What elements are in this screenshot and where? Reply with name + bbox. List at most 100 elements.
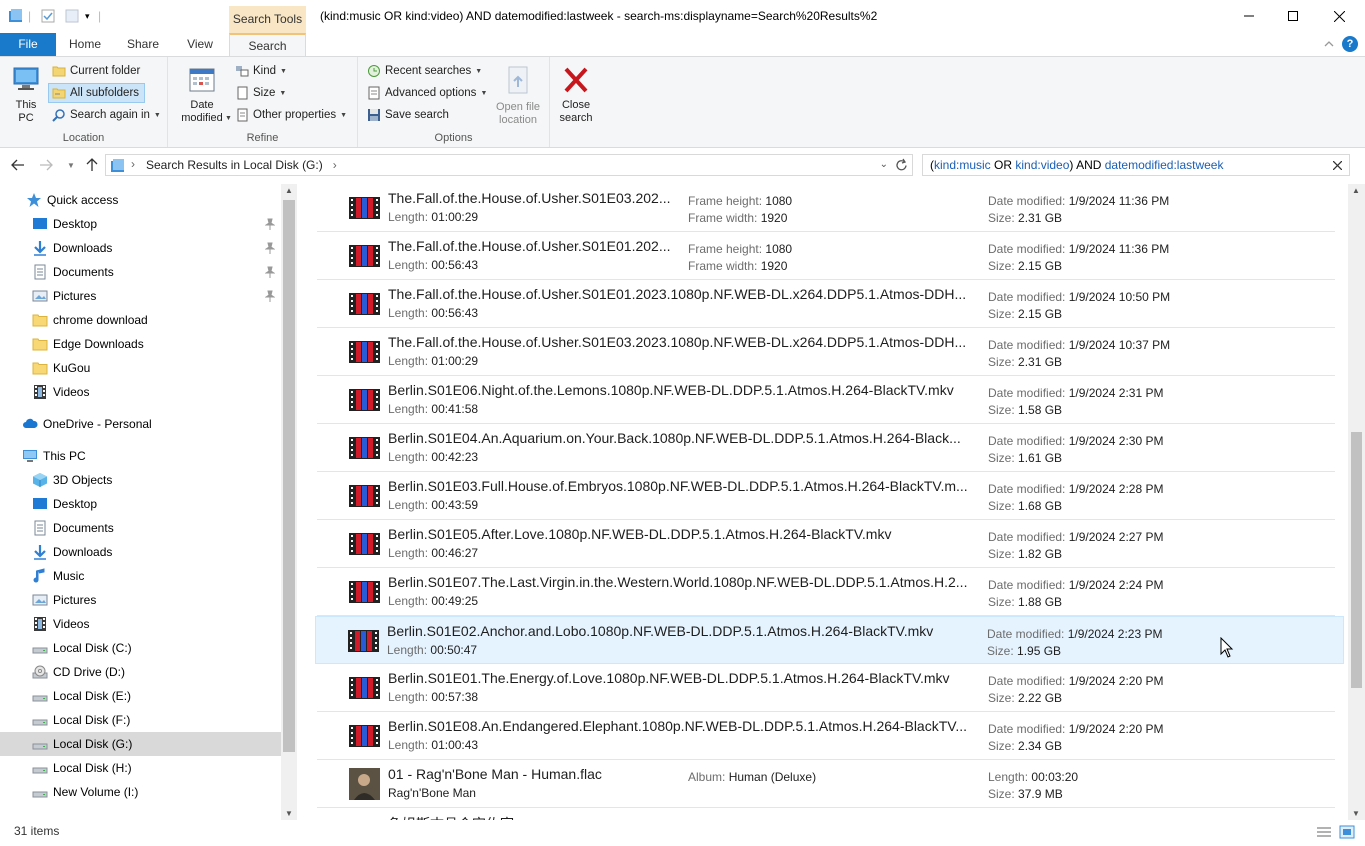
search-input[interactable]: (kind:music OR kind:video) AND datemodif… bbox=[922, 154, 1350, 176]
nav-item-local-disk-e[interactable]: Local Disk (E:) bbox=[0, 684, 281, 708]
nav-item-music[interactable]: Music bbox=[0, 564, 281, 588]
nav-item-onedrive-personal[interactable]: OneDrive - Personal bbox=[0, 412, 281, 436]
nav-item-chrome-download[interactable]: chrome download bbox=[0, 308, 281, 332]
scroll-up-icon[interactable]: ▲ bbox=[1352, 186, 1360, 195]
nav-scrollbar[interactable]: ▲ ▼ bbox=[281, 184, 297, 820]
nav-item-downloads[interactable]: Downloads bbox=[0, 540, 281, 564]
save-search-button[interactable]: Save search bbox=[367, 105, 449, 125]
close-search-button[interactable]: Close search bbox=[553, 65, 599, 125]
file-length: Length: 00:50:47 bbox=[387, 643, 478, 657]
back-button[interactable] bbox=[8, 155, 28, 175]
tab-share[interactable]: Share bbox=[118, 33, 168, 56]
help-icon[interactable]: ? bbox=[1342, 36, 1358, 52]
date-modified-button[interactable]: Date modified bbox=[172, 65, 232, 125]
nav-scroll-thumb[interactable] bbox=[283, 200, 295, 752]
folder-icon bbox=[52, 66, 66, 77]
nav-item-videos[interactable]: Videos bbox=[0, 380, 281, 404]
scroll-down-icon[interactable]: ▼ bbox=[1352, 809, 1360, 818]
customize-qat-dropdown[interactable]: ▾ bbox=[85, 7, 90, 25]
file-row[interactable]: Berlin.S01E01.The.Energy.of.Love.1080p.N… bbox=[317, 664, 1335, 712]
address-path[interactable]: Search Results in Local Disk (G:) bbox=[146, 158, 323, 172]
address-bar[interactable]: › Search Results in Local Disk (G:) › ⌄ bbox=[105, 154, 913, 176]
file-row[interactable]: 鱼姐斯古县会突佐室 bbox=[317, 808, 1335, 820]
tab-home[interactable]: Home bbox=[60, 33, 110, 56]
nav-item-pictures[interactable]: Pictures bbox=[0, 284, 281, 308]
date-modified: Date modified: 1/9/2024 2:23 PM bbox=[987, 627, 1163, 641]
tab-file[interactable]: File bbox=[0, 33, 56, 56]
recent-searches-button[interactable]: Recent searches ▼ bbox=[367, 61, 482, 81]
nav-item-cd-drive-d[interactable]: CD Drive (D:) bbox=[0, 660, 281, 684]
pin-icon[interactable] bbox=[264, 242, 276, 254]
nav-item-desktop[interactable]: Desktop bbox=[0, 212, 281, 236]
nav-item-local-disk-f[interactable]: Local Disk (F:) bbox=[0, 708, 281, 732]
forward-button[interactable] bbox=[36, 155, 56, 175]
maximize-button[interactable] bbox=[1270, 0, 1316, 32]
file-row[interactable]: The.Fall.of.the.House.of.Usher.S01E03.20… bbox=[317, 328, 1335, 376]
file-row[interactable]: Berlin.S01E05.After.Love.1080p.NF.WEB-DL… bbox=[317, 520, 1335, 568]
pin-icon[interactable] bbox=[264, 266, 276, 278]
large-icons-view-icon[interactable] bbox=[1339, 825, 1355, 839]
this-pc-button[interactable]: This PC bbox=[6, 63, 46, 125]
nav-item-documents[interactable]: Documents bbox=[0, 260, 281, 284]
up-button[interactable] bbox=[82, 155, 102, 175]
search-query-text[interactable]: (kind:music OR kind:video) AND datemodif… bbox=[930, 158, 1223, 172]
close-window-button[interactable] bbox=[1316, 0, 1362, 32]
all-subfolders-button[interactable]: All subfolders bbox=[48, 83, 145, 103]
pin-icon[interactable] bbox=[264, 218, 276, 230]
explorer-app-icon[interactable] bbox=[8, 7, 24, 25]
breadcrumb-chevron-icon[interactable]: › bbox=[333, 158, 337, 172]
address-dropdown-icon[interactable]: ⌄ bbox=[880, 159, 888, 170]
nav-item-kugou[interactable]: KuGou bbox=[0, 356, 281, 380]
file-size: Size: 1.88 GB bbox=[988, 595, 1063, 609]
file-row[interactable]: Berlin.S01E08.An.Endangered.Elephant.108… bbox=[317, 712, 1335, 760]
list-scrollbar[interactable]: ▲ ▼ bbox=[1348, 184, 1365, 820]
nav-item-local-disk-g[interactable]: Local Disk (G:) bbox=[0, 732, 281, 756]
nav-item-desktop[interactable]: Desktop bbox=[0, 492, 281, 516]
refresh-icon[interactable] bbox=[894, 158, 909, 173]
file-row[interactable]: The.Fall.of.the.House.of.Usher.S01E01.20… bbox=[317, 280, 1335, 328]
options-group: Recent searches ▼ Advanced options ▼ Sav… bbox=[358, 57, 550, 147]
nav-item-edge-downloads[interactable]: Edge Downloads bbox=[0, 332, 281, 356]
drive-icon bbox=[32, 647, 48, 654]
pin-icon[interactable] bbox=[264, 290, 276, 302]
details-view-icon[interactable] bbox=[1316, 825, 1332, 839]
scroll-up-icon[interactable]: ▲ bbox=[285, 186, 293, 195]
nav-item-documents[interactable]: Documents bbox=[0, 516, 281, 540]
file-row[interactable]: Berlin.S01E04.An.Aquarium.on.Your.Back.1… bbox=[317, 424, 1335, 472]
nav-item-quick-access[interactable]: Quick access bbox=[0, 188, 281, 212]
file-row[interactable]: Berlin.S01E02.Anchor.and.Lobo.1080p.NF.W… bbox=[315, 616, 1344, 664]
nav-item-local-disk-h[interactable]: Local Disk (H:) bbox=[0, 756, 281, 780]
advanced-options-button[interactable]: Advanced options ▼ bbox=[367, 83, 487, 103]
nav-item-this-pc[interactable]: This PC bbox=[0, 444, 281, 468]
chevron-down-icon[interactable]: ▼ bbox=[225, 115, 232, 122]
nav-item-videos[interactable]: Videos bbox=[0, 612, 281, 636]
kind-button[interactable]: Kind ▼ bbox=[235, 61, 287, 81]
new-folder-icon[interactable] bbox=[64, 7, 80, 25]
scroll-down-icon[interactable]: ▼ bbox=[285, 809, 293, 818]
size-button[interactable]: Size ▼ bbox=[235, 83, 286, 103]
nav-item-downloads[interactable]: Downloads bbox=[0, 236, 281, 260]
minimize-button[interactable] bbox=[1226, 0, 1272, 32]
file-row[interactable]: Berlin.S01E06.Night.of.the.Lemons.1080p.… bbox=[317, 376, 1335, 424]
file-row[interactable]: Berlin.S01E07.The.Last.Virgin.in.the.Wes… bbox=[317, 568, 1335, 616]
nav-item-3d-objects[interactable]: 3D Objects bbox=[0, 468, 281, 492]
tab-search[interactable]: Search bbox=[229, 33, 306, 56]
tab-view[interactable]: View bbox=[175, 33, 225, 56]
recent-locations-button[interactable]: ▼ bbox=[61, 155, 81, 175]
breadcrumb-chevron-icon[interactable]: › bbox=[131, 157, 135, 171]
current-folder-button[interactable]: Current folder bbox=[50, 61, 140, 81]
nav-item-new-volume-i[interactable]: New Volume (I:) bbox=[0, 780, 281, 804]
list-scroll-thumb[interactable] bbox=[1351, 432, 1362, 688]
open-file-location-button[interactable]: Open file location bbox=[488, 65, 548, 127]
file-row[interactable]: 01 - Rag'n'Bone Man - Human.flac Rag'n'Bo… bbox=[317, 760, 1335, 808]
file-row[interactable]: The.Fall.of.the.House.of.Usher.S01E01.20… bbox=[317, 232, 1335, 280]
other-properties-button[interactable]: Other properties ▼ bbox=[235, 105, 347, 125]
file-row[interactable]: The.Fall.of.the.House.of.Usher.S01E03.20… bbox=[317, 184, 1335, 232]
nav-item-local-disk-c[interactable]: Local Disk (C:) bbox=[0, 636, 281, 660]
properties-icon[interactable] bbox=[40, 7, 56, 25]
nav-item-pictures[interactable]: Pictures bbox=[0, 588, 281, 612]
search-again-in-button[interactable]: Search again in ▼ bbox=[52, 105, 161, 125]
minimize-ribbon-icon[interactable] bbox=[1323, 38, 1335, 50]
file-row[interactable]: Berlin.S01E03.Full.House.of.Embryos.1080… bbox=[317, 472, 1335, 520]
clear-search-icon[interactable] bbox=[1333, 161, 1342, 170]
